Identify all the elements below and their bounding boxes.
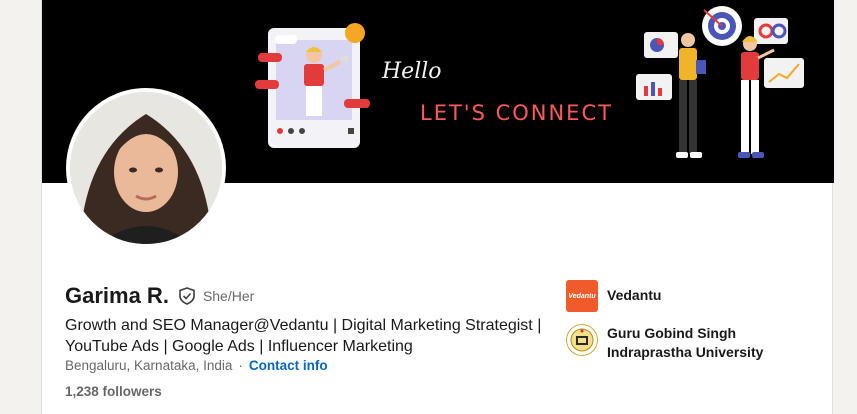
profile-headline: Growth and SEO Manager@Vedantu | Digital…	[65, 317, 542, 355]
contact-info-link[interactable]: Contact info	[249, 358, 328, 373]
banner-hello-text: Hello	[381, 59, 442, 84]
profile-name: Garima R.	[65, 283, 169, 308]
school-name: Guru Gobind Singh Indraprastha Universit…	[607, 325, 764, 360]
profile-card: Hello LET'S CONNECT Garima R. She/Her Gr…	[41, 0, 834, 414]
university-logo	[566, 324, 598, 356]
profile-avatar[interactable]	[66, 88, 226, 248]
company-name: Vedantu	[607, 287, 662, 303]
character-woman	[741, 52, 759, 80]
avatar-photo	[70, 92, 222, 244]
banner-tagline-text: LET'S CONNECT	[420, 101, 613, 125]
shield-check-icon[interactable]	[177, 286, 197, 306]
character-shirt	[304, 64, 324, 86]
current-company[interactable]: Vedantu Vedantu	[566, 280, 797, 312]
separator-dot: ·	[238, 358, 243, 373]
followers-count[interactable]: 1,238 followers	[65, 384, 162, 399]
character-man	[679, 48, 697, 80]
profile-location: Bengaluru, Karnataka, India	[65, 358, 233, 373]
pronouns: She/Her	[202, 288, 255, 304]
education-school[interactable]: Guru Gobind Singh Indraprastha Universit…	[566, 324, 797, 362]
chart-card-line	[764, 58, 804, 88]
location-row: Bengaluru, Karnataka, India · Contact in…	[65, 358, 328, 373]
vedantu-logo: Vedantu	[566, 280, 598, 312]
